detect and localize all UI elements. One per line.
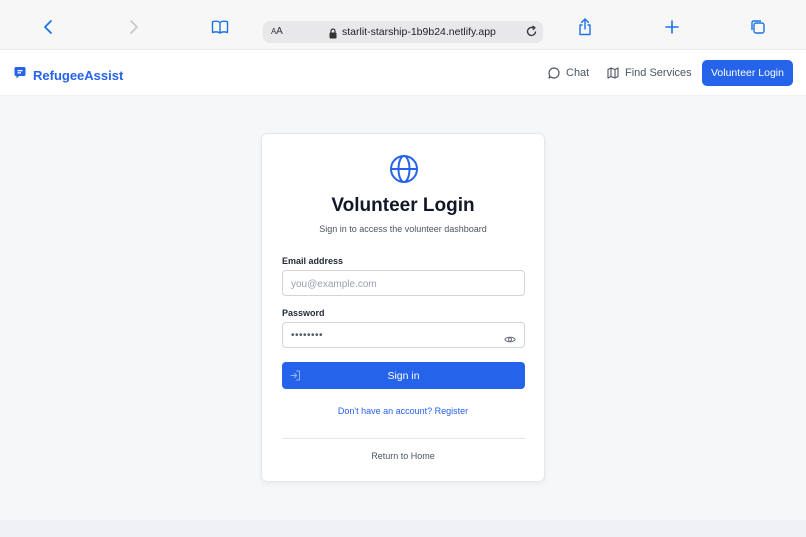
sign-in-icon: [290, 370, 301, 384]
address-bar[interactable]: AA starlit-starship-1b9b24.netlify.app: [263, 21, 543, 43]
volunteer-login-button[interactable]: Volunteer Login: [702, 60, 793, 86]
register-link[interactable]: Don't have an account? Register: [262, 406, 544, 416]
sign-in-label: Sign in: [387, 369, 420, 382]
page-subtitle: Sign in to access the volunteer dashboar…: [319, 224, 487, 234]
nav-find-services-link[interactable]: Find Services: [607, 67, 692, 79]
forward-icon[interactable]: [123, 16, 145, 38]
nav-chat-link[interactable]: Chat: [548, 67, 589, 79]
tabs-overview-icon[interactable]: [747, 16, 769, 38]
bookmarks-icon[interactable]: [209, 16, 231, 38]
return-home-link[interactable]: Return to Home: [262, 451, 544, 461]
email-field[interactable]: you@example.com: [282, 270, 525, 296]
reload-icon[interactable]: [525, 25, 538, 43]
app-navbar: RefugeeAssist Chat Find Services Volunte…: [0, 50, 806, 96]
divider: [282, 438, 525, 439]
show-password-eye-icon[interactable]: [504, 331, 516, 349]
lock-icon: [329, 26, 337, 44]
chat-icon: [548, 67, 560, 79]
email-label: Email address: [282, 256, 344, 266]
text-size-button[interactable]: AA: [271, 26, 283, 37]
map-icon: [607, 67, 619, 79]
new-tab-icon[interactable]: [661, 16, 683, 38]
sign-in-button[interactable]: Sign in: [282, 362, 525, 389]
email-placeholder: you@example.com: [291, 279, 377, 290]
password-field[interactable]: ••••••••: [282, 322, 525, 348]
nav-chat-label: Chat: [566, 67, 590, 79]
page-footer-strip: [0, 520, 806, 537]
nav-find-services-label: Find Services: [625, 67, 692, 79]
browser-toolbar: AA starlit-starship-1b9b24.netlify.app: [0, 0, 806, 50]
back-icon[interactable]: [37, 16, 59, 38]
url-text: starlit-starship-1b9b24.netlify.app: [342, 26, 496, 38]
globe-icon: [389, 154, 419, 189]
password-label: Password: [282, 308, 325, 318]
brand-name: RefugeeAssist: [33, 67, 124, 83]
chat-bubble-icon: [14, 66, 26, 84]
share-icon[interactable]: [574, 16, 596, 38]
login-card: Volunteer Login Sign in to access the vo…: [261, 133, 545, 482]
brand-logo[interactable]: RefugeeAssist: [14, 66, 123, 84]
password-value: ••••••••: [291, 330, 324, 341]
page-title: Volunteer Login: [331, 195, 475, 216]
